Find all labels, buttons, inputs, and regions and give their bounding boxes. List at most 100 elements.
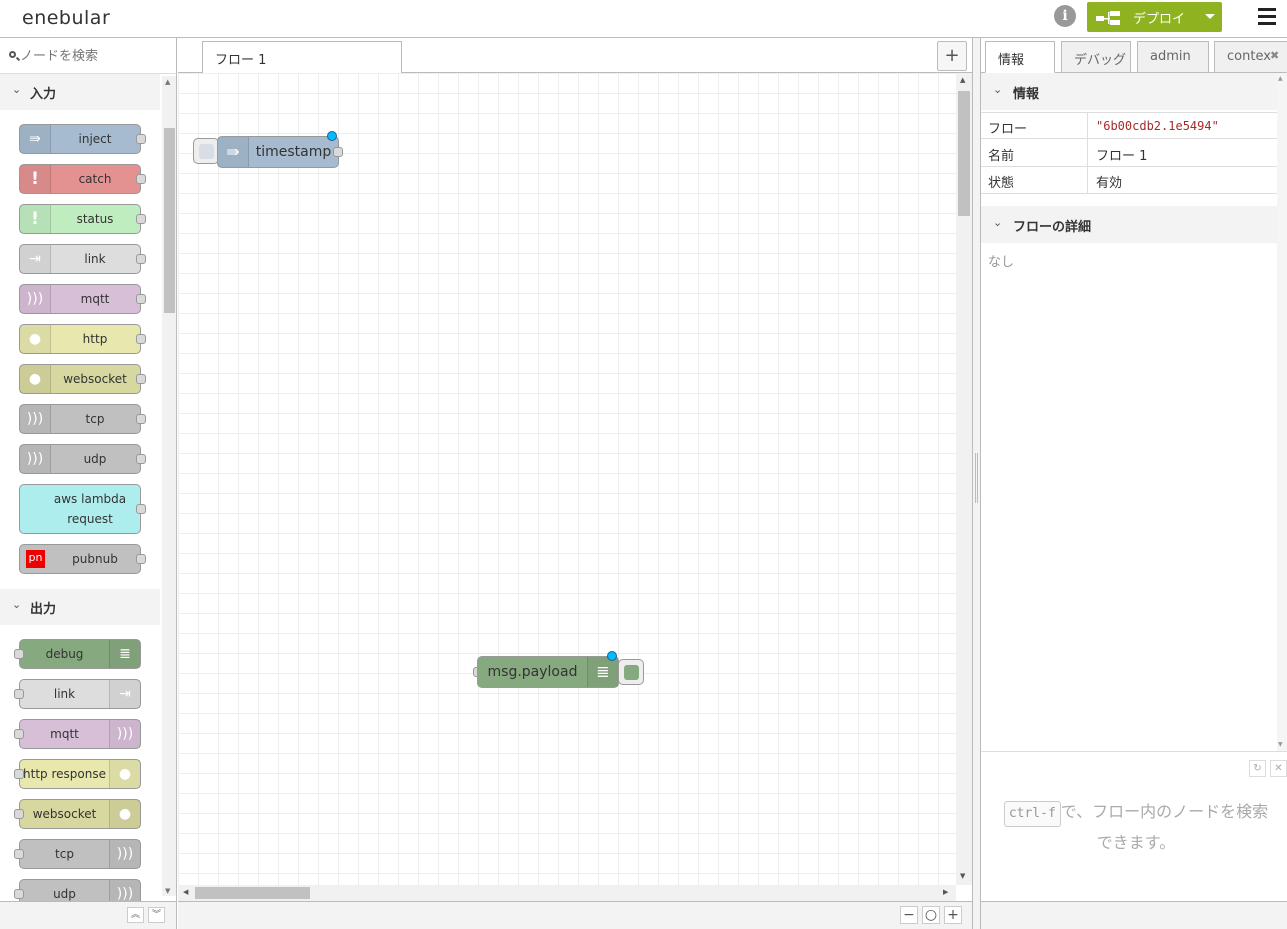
- sidebar-scrollbar[interactable]: ▲ ▼: [1277, 73, 1287, 751]
- flow-node-msg-payload[interactable]: msg.payload ≣: [477, 656, 619, 688]
- flow-node-timestamp[interactable]: ⇛ timestamp: [217, 136, 339, 168]
- node-label: link: [53, 687, 76, 701]
- palette-category-input[interactable]: ⌄ 入力: [0, 74, 160, 110]
- info-section-header[interactable]: ⌄ 情報: [981, 73, 1277, 110]
- palette-node-catch[interactable]: ! catch: [19, 164, 146, 194]
- expand-all-icon[interactable]: ︾: [148, 907, 165, 923]
- palette-node-http-in[interactable]: ● http: [19, 324, 146, 354]
- palette-node-websocket-in[interactable]: ● websocket: [19, 364, 146, 394]
- scrollbar-thumb[interactable]: [195, 887, 310, 899]
- output-port: [136, 374, 146, 384]
- scroll-up-icon[interactable]: ▲: [960, 76, 965, 84]
- output-port: [136, 454, 146, 464]
- tab-context[interactable]: contex ✖: [1214, 41, 1287, 73]
- flow-id-value[interactable]: "6b00cdb2.1e5494": [1087, 113, 1219, 140]
- debug-toggle-button[interactable]: [618, 659, 644, 685]
- scroll-right-icon[interactable]: ▶: [943, 888, 948, 896]
- changed-indicator: [607, 651, 617, 661]
- scroll-up-icon[interactable]: ▲: [1278, 75, 1283, 82]
- zoom-out-icon[interactable]: −: [900, 906, 918, 924]
- category-label: 出力: [30, 602, 57, 617]
- help-panel: ↻ ✕ ctrl-f で、フロー内のノードを検索できます。: [981, 751, 1287, 901]
- scroll-left-icon[interactable]: ◀: [183, 888, 188, 896]
- help-message: で、フロー内のノードを検索できます。: [1060, 802, 1269, 852]
- inject-trigger-button[interactable]: [193, 138, 219, 164]
- node-label: link: [84, 252, 106, 266]
- canvas-horizontal-scrollbar[interactable]: ◀ ▶: [178, 885, 956, 901]
- palette-node-tcp-out[interactable]: tcp ))): [14, 839, 141, 869]
- palette-node-http-response[interactable]: http response ●: [14, 759, 141, 789]
- palette-node-websocket-out[interactable]: websocket ●: [14, 799, 141, 829]
- scrollbar-thumb[interactable]: [958, 91, 970, 216]
- section-label: 情報: [1013, 87, 1040, 102]
- tab-admin[interactable]: admin: [1137, 41, 1209, 73]
- palette-node-status[interactable]: ! status: [19, 204, 146, 234]
- node-palette: ⌄ 入力 ⇛ inject ! catch ! status ⇥ link ))…: [0, 38, 177, 901]
- zoom-reset-icon[interactable]: ○: [922, 906, 940, 924]
- node-label: mqtt: [50, 727, 79, 741]
- close-icon[interactable]: ✖: [1270, 49, 1287, 69]
- help-text: ctrl-f で、フロー内のノードを検索できます。: [1001, 796, 1271, 858]
- bridge-icon: ))): [20, 445, 51, 473]
- palette-node-mqtt-out[interactable]: mqtt ))): [14, 719, 141, 749]
- palette-node-aws-lambda-request[interactable]: aws lambda request: [19, 484, 146, 534]
- refresh-icon[interactable]: ↻: [1249, 760, 1266, 777]
- deploy-button[interactable]: デプロイ: [1087, 2, 1222, 32]
- scroll-down-icon[interactable]: ▼: [165, 887, 170, 895]
- palette-node-link-out[interactable]: link ⇥: [14, 679, 141, 709]
- scroll-down-icon[interactable]: ▼: [1278, 741, 1283, 748]
- add-flow-icon[interactable]: +: [937, 41, 967, 71]
- canvas-vertical-scrollbar[interactable]: ▲ ▼: [956, 73, 972, 885]
- node-label: http response: [23, 767, 106, 781]
- palette-node-pubnub[interactable]: pn pubnub: [19, 544, 146, 574]
- scrollbar-thumb[interactable]: [164, 128, 175, 313]
- close-icon[interactable]: ✕: [1270, 760, 1287, 777]
- palette-node-udp-in[interactable]: ))) udp: [19, 444, 146, 474]
- palette-node-inject[interactable]: ⇛ inject: [19, 124, 146, 154]
- info-key: 名前: [988, 149, 1015, 164]
- palette-category-output[interactable]: ⌄ 出力: [0, 589, 160, 625]
- output-port: [136, 294, 146, 304]
- info-icon[interactable]: i: [1054, 5, 1076, 27]
- info-row: 状態 有効: [981, 167, 1277, 194]
- palette-node-tcp-in[interactable]: ))) tcp: [19, 404, 146, 434]
- exclamation-icon: !: [20, 165, 51, 193]
- node-label: status: [76, 212, 114, 226]
- list-icon: ≣: [587, 657, 618, 687]
- category-label: 入力: [30, 87, 57, 102]
- tab-debug[interactable]: デバッグ: [1061, 41, 1131, 73]
- palette-node-udp-out[interactable]: udp ))): [14, 879, 141, 901]
- globe-icon: ●: [109, 800, 140, 828]
- palette-search-input[interactable]: [20, 46, 160, 66]
- palette-node-link-in[interactable]: ⇥ link: [19, 244, 146, 274]
- palette-node-debug[interactable]: debug ≣: [14, 639, 141, 669]
- node-label: aws lambda request: [53, 492, 127, 526]
- zoom-in-icon[interactable]: +: [944, 906, 962, 924]
- collapse-all-icon[interactable]: ︽: [127, 907, 144, 923]
- output-port[interactable]: [333, 147, 343, 157]
- chevron-down-icon: ⌄: [993, 216, 1003, 229]
- flow-canvas[interactable]: ⇛ timestamp msg.payload ≣: [178, 73, 956, 885]
- hamburger-menu-icon[interactable]: [1258, 8, 1276, 25]
- sidebar-resize-handle[interactable]: [972, 38, 980, 929]
- palette-scrollbar[interactable]: ▲ ▼: [162, 76, 176, 896]
- arrow-in-icon: ⇛: [218, 137, 249, 167]
- node-label: tcp: [55, 847, 74, 861]
- bridge-icon: ))): [20, 285, 51, 313]
- scroll-up-icon[interactable]: ▲: [165, 78, 170, 86]
- chevron-down-icon[interactable]: [1205, 14, 1215, 19]
- node-label: msg.payload: [487, 664, 578, 680]
- tab-flow-1[interactable]: フロー 1: [202, 41, 402, 74]
- flow-details-section-header[interactable]: ⌄ フローの詳細: [981, 206, 1277, 243]
- node-label: catch: [78, 172, 112, 186]
- keyboard-shortcut: ctrl-f: [1003, 801, 1061, 827]
- changed-indicator: [327, 131, 337, 141]
- info-key: フロー: [988, 122, 1028, 137]
- deploy-label: デプロイ: [1133, 12, 1186, 27]
- chevron-down-icon: ⌄: [12, 598, 22, 611]
- node-label: websocket: [32, 807, 97, 821]
- palette-node-mqtt-in[interactable]: ))) mqtt: [19, 284, 146, 314]
- tab-info[interactable]: 情報: [985, 41, 1055, 73]
- bridge-icon: ))): [109, 720, 140, 748]
- scroll-down-icon[interactable]: ▼: [960, 872, 965, 880]
